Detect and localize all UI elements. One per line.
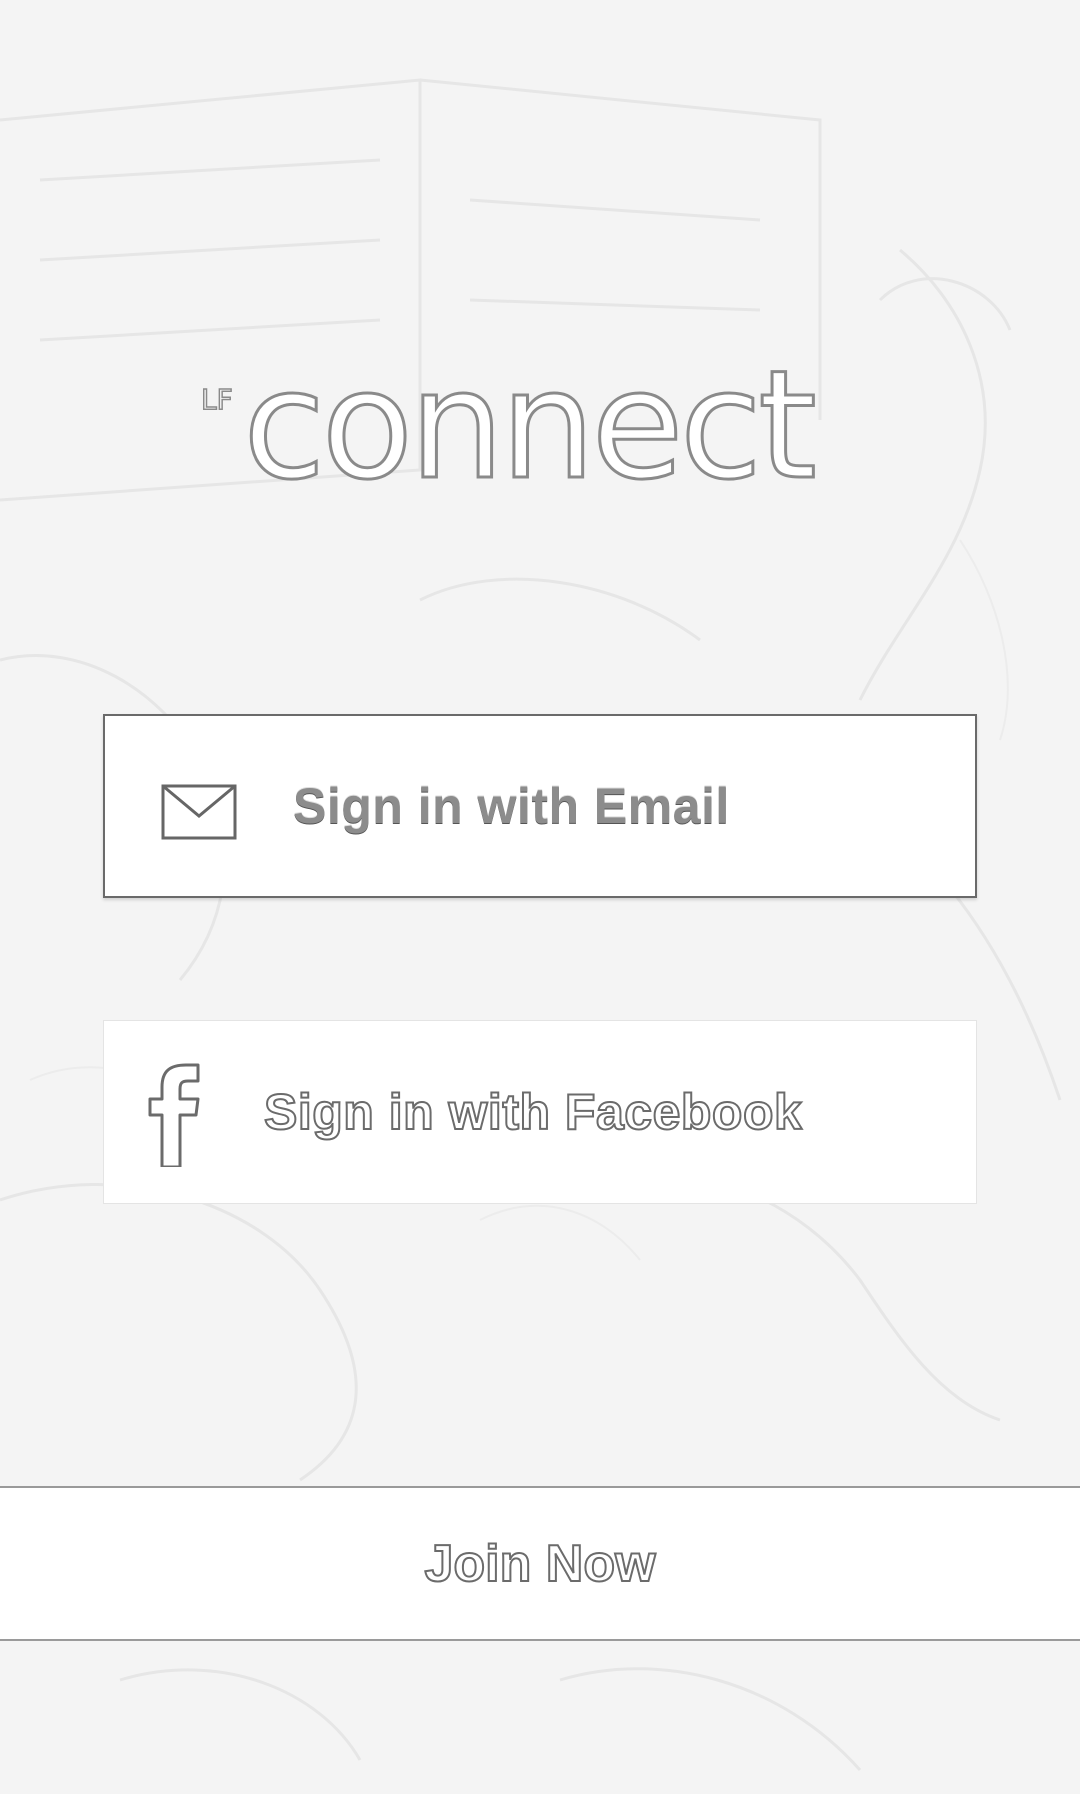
logo-prefix: LF — [201, 383, 233, 416]
sign-in-with-email-button[interactable]: Sign in with Email — [103, 714, 977, 898]
sign-in-with-facebook-button[interactable]: Sign in with Facebook — [103, 1020, 977, 1204]
facebook-icon — [148, 1063, 200, 1167]
envelope-icon — [161, 784, 237, 840]
lf-connect-logo: LF connect — [195, 338, 895, 515]
join-now-button[interactable]: Join Now — [0, 1486, 1080, 1641]
facebook-button-label: Sign in with Facebook — [263, 1083, 803, 1141]
email-button-label: Sign in with Email — [293, 778, 730, 834]
logo-word: connect — [243, 345, 814, 505]
login-screen: LF connect Sign in with Email Sign in wi… — [0, 0, 1080, 1794]
join-now-label: Join Now — [423, 1534, 656, 1594]
